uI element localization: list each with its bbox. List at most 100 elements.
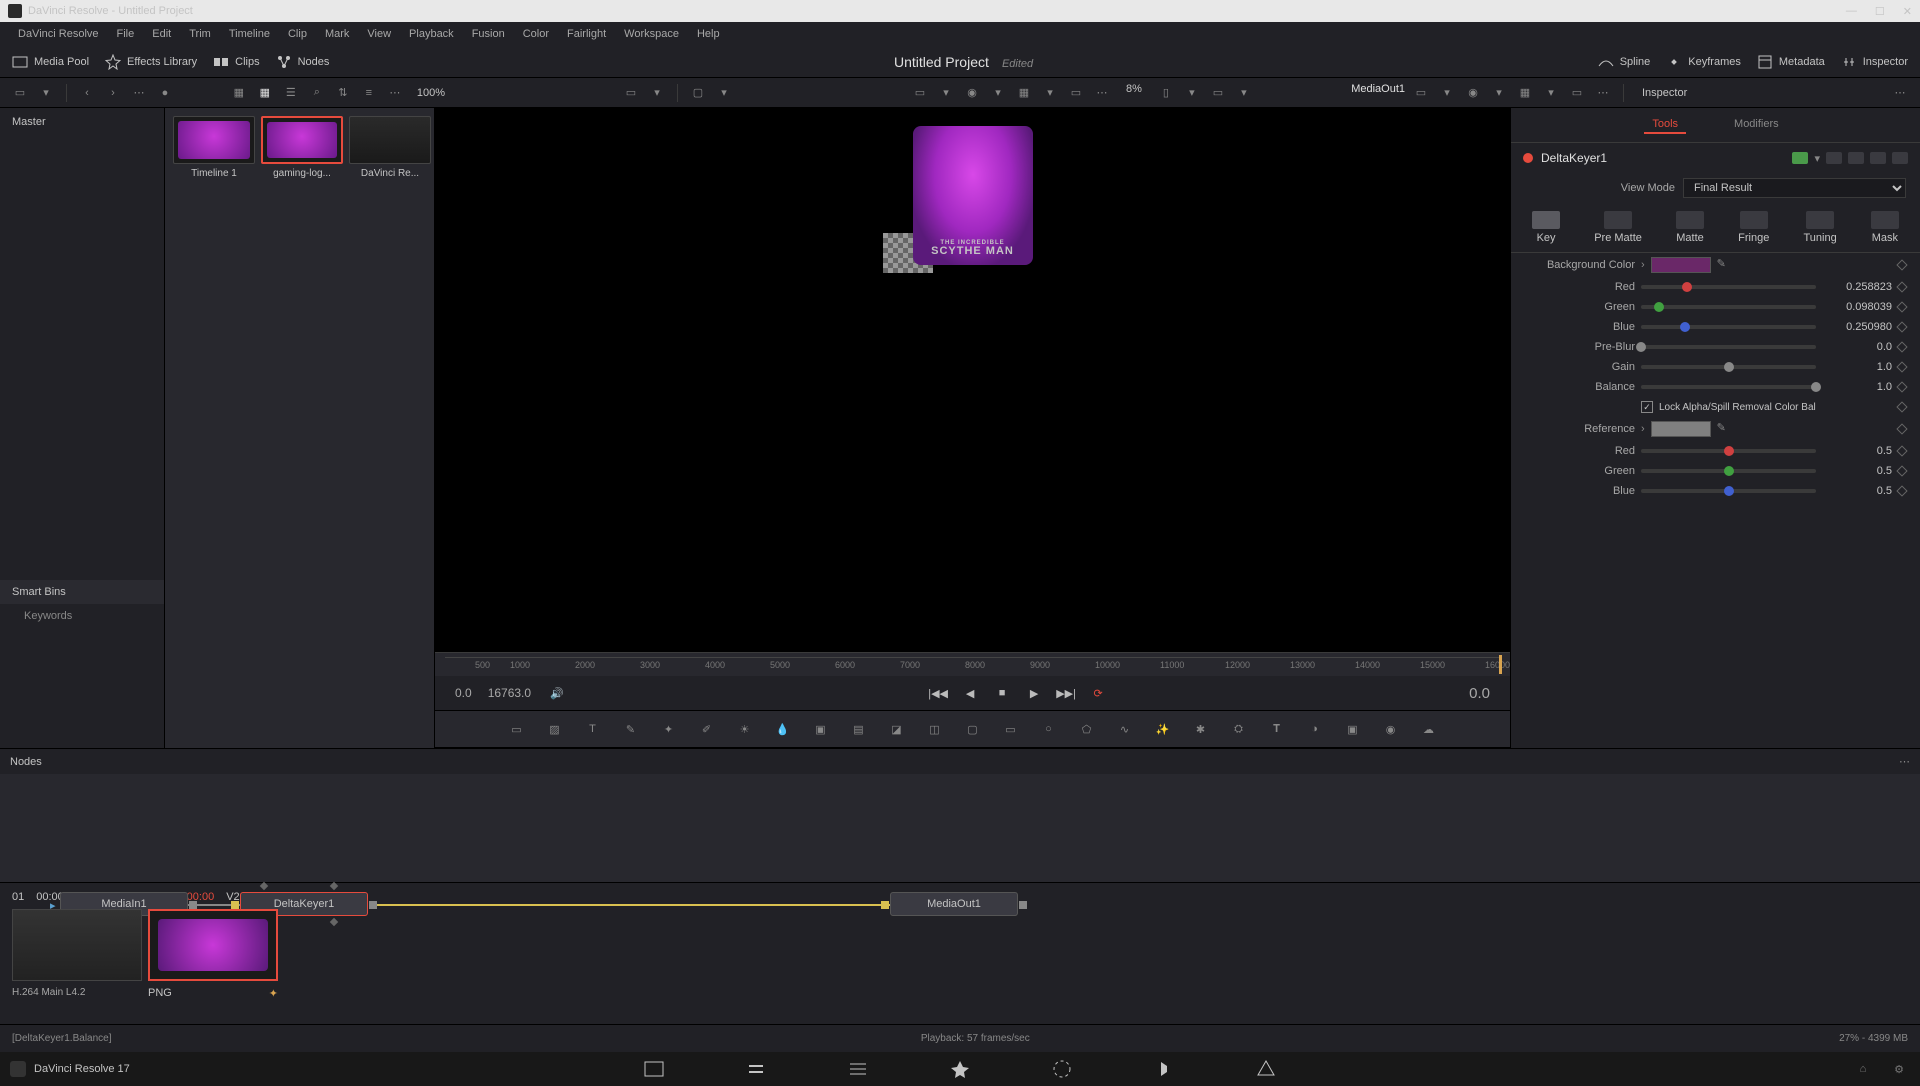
keyframe-icon[interactable] — [1896, 281, 1907, 292]
nodes-toggle[interactable]: Nodes — [276, 54, 330, 70]
node-mediaout1[interactable]: MediaOut1 — [890, 892, 1018, 916]
keytab-mask[interactable]: Mask — [1871, 211, 1899, 244]
menu-clip[interactable]: Clip — [280, 25, 315, 43]
fastnoise-tool-icon[interactable]: ▨ — [543, 717, 567, 741]
balance-slider[interactable] — [1641, 385, 1816, 389]
more-icon[interactable]: ⋯ — [1593, 83, 1613, 103]
keyframe-icon[interactable] — [1896, 361, 1907, 372]
reset-icon[interactable] — [1892, 152, 1908, 164]
grid-view-icon[interactable]: ▦ — [255, 83, 275, 103]
nav-back-icon[interactable]: ‹ — [77, 83, 97, 103]
text-tool-icon[interactable]: T — [581, 717, 605, 741]
clip-thumb-davinci[interactable]: DaVinci Re... — [349, 116, 431, 179]
expand-icon[interactable]: › — [1641, 423, 1645, 435]
chevron-down-icon[interactable]: ▾ — [1234, 83, 1254, 103]
filter-icon[interactable]: ⇅ — [333, 83, 353, 103]
more-icon[interactable]: ⋯ — [1092, 83, 1112, 103]
chevron-down-icon[interactable]: ▾ — [1040, 83, 1060, 103]
text3d-tool-icon[interactable]: 𝐓 — [1265, 717, 1289, 741]
reference-swatch[interactable] — [1651, 421, 1711, 437]
gain-value[interactable]: 1.0 — [1822, 361, 1892, 373]
media-pool-toggle[interactable]: Media Pool — [12, 54, 89, 70]
home-icon[interactable]: ⌂ — [1852, 1058, 1874, 1080]
image3d-tool-icon[interactable]: ☁ — [1417, 717, 1441, 741]
preblur-value[interactable]: 0.0 — [1822, 341, 1892, 353]
green-value[interactable]: 0.098039 — [1822, 301, 1892, 313]
play-button[interactable]: ▶ — [1024, 683, 1044, 703]
blue-slider[interactable] — [1641, 325, 1816, 329]
color-page-icon[interactable] — [1051, 1058, 1073, 1080]
fit-icon[interactable]: ▭ — [621, 83, 641, 103]
more-icon[interactable]: ⋯ — [1890, 83, 1910, 103]
keyframes-toggle[interactable]: Keyframes — [1666, 54, 1741, 70]
zoom-left[interactable]: 100% — [417, 87, 445, 99]
chevron-down-icon[interactable]: ▾ — [988, 83, 1008, 103]
blur-tool-icon[interactable]: 💧 — [771, 717, 795, 741]
keyframe-icon[interactable] — [1896, 381, 1907, 392]
polygon-tool-icon[interactable]: ⬠ — [1075, 717, 1099, 741]
fairlight-page-icon[interactable] — [1153, 1058, 1175, 1080]
channel-tool-icon[interactable]: ◪ — [885, 717, 909, 741]
zoom-right[interactable]: 8% — [1126, 83, 1142, 103]
keytab-matte[interactable]: Matte — [1676, 211, 1704, 244]
eyedropper-icon[interactable]: ✎ — [1717, 421, 1733, 437]
clip-thumb-timeline[interactable]: Timeline 1 — [173, 116, 255, 179]
keytab-key[interactable]: Key — [1532, 211, 1560, 244]
menu-view[interactable]: View — [359, 25, 399, 43]
cut-page-icon[interactable] — [745, 1058, 767, 1080]
chevron-down-icon[interactable]: ▾ — [1541, 83, 1561, 103]
version-badge[interactable] — [1792, 152, 1808, 164]
stop-button[interactable]: ■ — [992, 683, 1012, 703]
keyframe-icon[interactable] — [1896, 465, 1907, 476]
keyframe-icon[interactable] — [1896, 485, 1907, 496]
play-reverse-button[interactable]: ◀ — [960, 683, 980, 703]
timeline-clip-1[interactable] — [12, 909, 142, 981]
keytab-fringe[interactable]: Fringe — [1738, 211, 1769, 244]
chevron-down-icon[interactable]: ▾ — [36, 83, 56, 103]
chevron-down-icon[interactable]: ▾ — [714, 83, 734, 103]
keyframe-icon[interactable] — [1896, 259, 1907, 270]
viewer-canvas[interactable]: THE INCREDIBLESCYTHE MAN — [435, 108, 1510, 652]
layout-icon[interactable]: ▢ — [688, 83, 708, 103]
thumb-view-icon[interactable]: ▦ — [229, 83, 249, 103]
menu-trim[interactable]: Trim — [181, 25, 219, 43]
color-tool-icon[interactable]: ☀ — [733, 717, 757, 741]
keytab-prematte[interactable]: Pre Matte — [1594, 211, 1642, 244]
bgcolor-swatch[interactable] — [1651, 257, 1711, 273]
menu-timeline[interactable]: Timeline — [221, 25, 278, 43]
preblur-slider[interactable] — [1641, 345, 1816, 349]
chevron-down-icon[interactable]: ▾ — [647, 83, 667, 103]
viewmode-select[interactable]: Final Result — [1683, 178, 1906, 198]
chevron-down-icon[interactable]: ▾ — [936, 83, 956, 103]
more2-icon[interactable]: ⋯ — [385, 83, 405, 103]
keyframe-icon[interactable] — [1896, 341, 1907, 352]
tab-modifiers[interactable]: Modifiers — [1726, 116, 1787, 134]
bspline-tool-icon[interactable]: ∿ — [1113, 717, 1137, 741]
transform-tool-icon[interactable]: ◫ — [923, 717, 947, 741]
ellipse-tool-icon[interactable]: ○ — [1037, 717, 1061, 741]
lock-checkbox[interactable]: ✓ — [1641, 401, 1653, 413]
light-tool-icon[interactable]: ◉ — [1379, 717, 1403, 741]
node-enable-dot[interactable] — [1523, 153, 1533, 163]
keyframe-icon[interactable] — [1896, 321, 1907, 332]
red-value[interactable]: 0.5 — [1822, 445, 1892, 457]
record-icon[interactable]: ● — [155, 83, 175, 103]
deliver-page-icon[interactable] — [1255, 1058, 1277, 1080]
green-value[interactable]: 0.5 — [1822, 465, 1892, 477]
keywords-bin[interactable]: Keywords — [0, 604, 164, 628]
menu-mark[interactable]: Mark — [317, 25, 357, 43]
menu-file[interactable]: File — [109, 25, 143, 43]
ratio-icon[interactable]: ▭ — [1066, 83, 1086, 103]
rectangle-tool-icon[interactable]: ▭ — [999, 717, 1023, 741]
brush-tool-icon[interactable]: ✐ — [695, 717, 719, 741]
minimize-button[interactable]: — — [1846, 5, 1857, 18]
last-frame-button[interactable]: ▶▶| — [1056, 683, 1076, 703]
background-tool-icon[interactable]: ▭ — [505, 717, 529, 741]
spline-toggle[interactable]: Spline — [1598, 54, 1651, 70]
list-view-icon[interactable]: ☰ — [281, 83, 301, 103]
globe-icon[interactable]: ◉ — [962, 83, 982, 103]
green-slider[interactable] — [1641, 469, 1816, 473]
clips-toggle[interactable]: Clips — [213, 54, 259, 70]
effects-library-toggle[interactable]: Effects Library — [105, 54, 197, 70]
keyframe-icon[interactable] — [1896, 401, 1907, 412]
